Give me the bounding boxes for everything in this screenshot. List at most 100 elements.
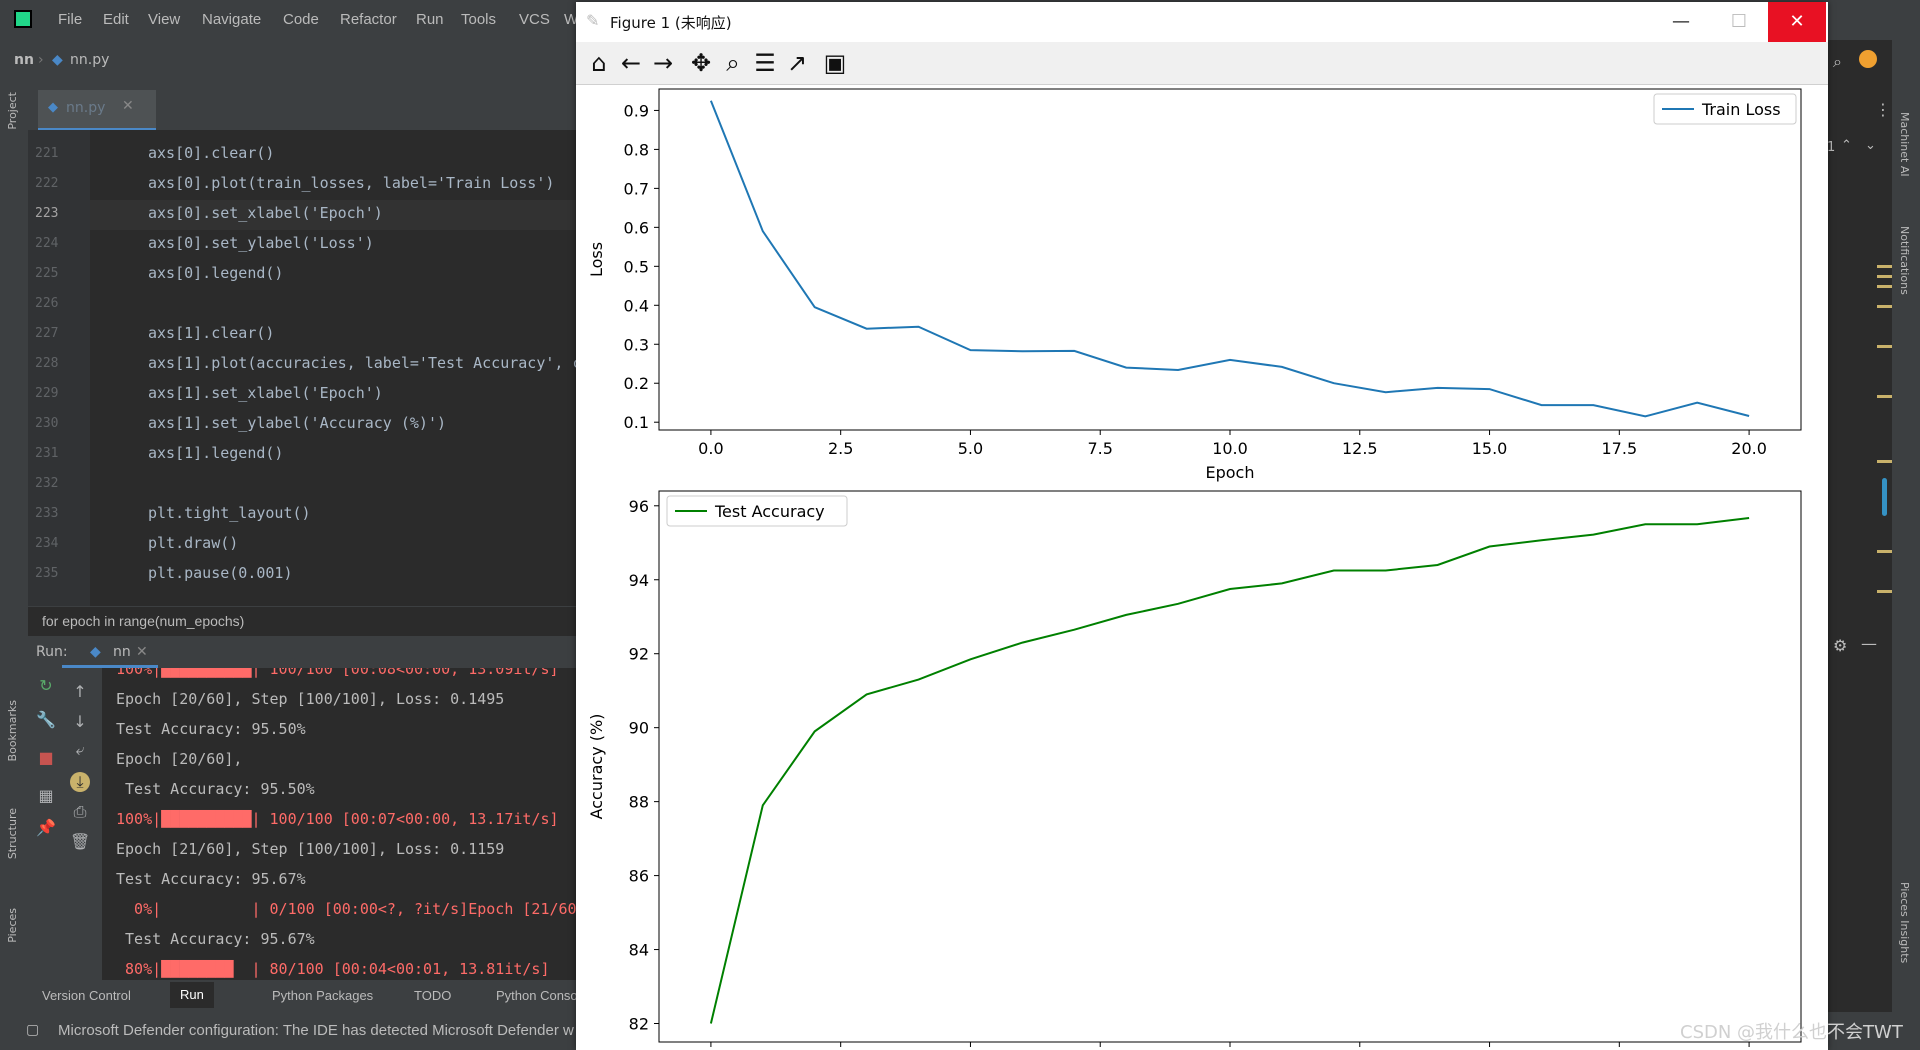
scroll-marker <box>1877 345 1893 348</box>
more-icon[interactable]: ⋮ <box>1875 100 1891 119</box>
forward-icon[interactable]: → <box>648 48 678 78</box>
down-arrow-icon[interactable]: ↓ <box>70 712 90 732</box>
line-number-current: 223 <box>35 206 59 221</box>
code-line[interactable]: axs[1].set_xlabel('Epoch') <box>148 384 383 402</box>
pin-icon[interactable]: 📌 <box>36 818 56 838</box>
figure-app-icon: ✎ <box>586 11 600 30</box>
structure-tool-tab[interactable]: Structure <box>6 808 19 859</box>
menu-code[interactable]: Code <box>283 11 319 28</box>
tab-label: nn.py <box>66 100 106 116</box>
code-line[interactable]: axs[0].set_ylabel('Loss') <box>148 234 374 252</box>
edit-axes-icon[interactable]: ↗ <box>782 48 812 78</box>
code-line[interactable]: axs[0].set_xlabel('Epoch') <box>148 204 383 222</box>
breadcrumb-file[interactable]: nn.py <box>70 52 109 68</box>
scroll-thumb[interactable] <box>1882 478 1887 516</box>
close-icon[interactable]: ✕ <box>1768 2 1826 42</box>
minimize-panel-icon[interactable]: — <box>1861 634 1877 653</box>
x-tick-label: 15.0 <box>1472 439 1508 458</box>
code-line[interactable]: axs[0].plot(train_losses, label='Train L… <box>148 174 554 192</box>
y-tick-label: 0.7 <box>624 179 649 198</box>
save-icon[interactable]: ▣ <box>820 48 850 78</box>
up-arrow-icon[interactable]: ↑ <box>70 682 90 702</box>
line-number: 232 <box>35 476 59 491</box>
code-line[interactable]: plt.pause(0.001) <box>148 564 293 582</box>
configure-icon[interactable]: ☰ <box>750 48 780 78</box>
status-message[interactable]: Microsoft Defender configuration: The ID… <box>58 1022 574 1039</box>
menu-edit[interactable]: Edit <box>103 11 129 28</box>
code-line[interactable]: axs[1].clear() <box>148 324 274 342</box>
code-editor[interactable]: axs[0].clear() axs[0].plot(train_losses,… <box>90 130 580 606</box>
chevron-down-icon[interactable]: ⌄ <box>1865 138 1876 153</box>
menu-navigate[interactable]: Navigate <box>202 11 261 28</box>
chevron-up-icon[interactable]: ⌃ <box>1841 138 1852 153</box>
editor-right-area: ⌕ ⋮ 1 ⌃ ⌄ ⚙ — <box>1827 40 1892 1012</box>
home-icon[interactable]: ⌂ <box>584 48 614 78</box>
console-line: Epoch [20/60], Step [100/100], Loss: 0.1… <box>116 690 505 708</box>
tab-todo[interactable]: TODO <box>414 988 451 1003</box>
line-number: 226 <box>35 296 59 311</box>
notifications-tool-tab[interactable]: Notifications <box>1898 226 1911 295</box>
search-icon[interactable]: ⌕ <box>1833 52 1842 72</box>
code-line[interactable]: axs[1].legend() <box>148 444 283 462</box>
tab-run[interactable]: Run <box>170 982 214 1008</box>
rerun-icon[interactable]: ↻ <box>36 676 56 696</box>
code-line[interactable]: axs[1].plot(accuracies, label='Test Accu… <box>148 354 580 372</box>
scroll-marker <box>1877 265 1893 268</box>
print-icon[interactable]: ⎙ <box>70 802 90 822</box>
update-icon[interactable] <box>1859 50 1877 68</box>
navigation-bar: nn › ◆ nn.py <box>0 40 580 83</box>
layout-icon[interactable]: ▦ <box>36 786 56 806</box>
scroll-marker <box>1877 275 1893 278</box>
back-icon[interactable]: ← <box>616 48 646 78</box>
scroll-marker <box>1877 305 1893 308</box>
console-line: 100%|██████████| 100/100 [00:07<00:00, 1… <box>116 810 559 828</box>
trash-icon[interactable]: 🗑 <box>70 832 90 852</box>
run-tab-label[interactable]: nn <box>113 644 131 660</box>
editor-tab-nn-py[interactable]: ◆ nn.py ✕ <box>38 90 156 131</box>
soft-wrap-icon[interactable]: ⤶ <box>70 740 90 760</box>
menu-run[interactable]: Run <box>416 11 444 28</box>
tab-python-console[interactable]: Python Conso <box>496 988 578 1003</box>
code-line[interactable]: plt.tight_layout() <box>148 504 311 522</box>
menu-tools[interactable]: Tools <box>461 11 496 28</box>
scroll-marker <box>1877 395 1893 398</box>
python-file-icon: ◆ <box>48 100 58 115</box>
pan-icon[interactable]: ✥ <box>686 48 716 78</box>
menu-vcs[interactable]: VCS <box>519 11 550 28</box>
run-toolbar-secondary: ↑ ↓ ⤶ ⤓ ⎙ 🗑 <box>62 668 103 980</box>
scroll-marker <box>1877 590 1893 593</box>
stop-icon[interactable]: ■ <box>36 748 56 768</box>
bookmarks-tool-tab[interactable]: Bookmarks <box>6 700 19 761</box>
maximize-icon[interactable]: ☐ <box>1710 2 1768 42</box>
pieces-tool-tab[interactable]: Pieces <box>6 908 19 943</box>
close-icon[interactable]: ✕ <box>136 644 148 660</box>
menu-refactor[interactable]: Refactor <box>340 11 397 28</box>
status-square-icon[interactable]: ▢ <box>26 1021 39 1038</box>
code-line[interactable]: axs[1].set_ylabel('Accuracy (%)') <box>148 414 446 432</box>
code-line[interactable]: axs[0].legend() <box>148 264 283 282</box>
code-line[interactable]: axs[0].clear() <box>148 144 274 162</box>
breadcrumb-project[interactable]: nn <box>14 52 34 68</box>
tab-version-control[interactable]: Version Control <box>42 988 131 1003</box>
project-tool-tab[interactable]: Project <box>6 92 19 130</box>
y-tick-label: 96 <box>629 497 649 516</box>
figure-canvas[interactable]: 0.0 2.5 5.0 7.5 10.0 12.5 15.0 17.5 20.0 0.1 0.2 0.… <box>576 84 1828 1050</box>
zoom-icon[interactable]: ⌕ <box>718 48 748 78</box>
x-tick-label: 20.0 <box>1731 439 1767 458</box>
axes-frame <box>658 490 1802 1043</box>
menu-file[interactable]: File <box>58 11 82 28</box>
code-line[interactable]: plt.draw() <box>148 534 238 552</box>
scroll-to-end-icon[interactable]: ⤓ <box>70 772 90 792</box>
wrench-icon[interactable]: 🔧 <box>36 710 56 730</box>
gear-icon[interactable]: ⚙ <box>1833 636 1847 655</box>
minimize-icon[interactable]: — <box>1652 2 1710 42</box>
context-crumb[interactable]: for epoch in range(num_epochs) <box>42 613 244 629</box>
menu-view[interactable]: View <box>148 11 180 28</box>
line-number: 225 <box>35 266 59 281</box>
tab-python-packages[interactable]: Python Packages <box>272 988 373 1003</box>
run-console[interactable]: 100%|██████████| 100/100 [00:08<00:00, 1… <box>102 668 580 980</box>
x-tick-label: 10.0 <box>1212 439 1248 458</box>
pieces-insights-tool-tab[interactable]: Pieces Insights <box>1898 882 1911 963</box>
close-icon[interactable]: ✕ <box>122 98 134 114</box>
machinet-ai-tool-tab[interactable]: Machinet AI <box>1898 112 1911 177</box>
